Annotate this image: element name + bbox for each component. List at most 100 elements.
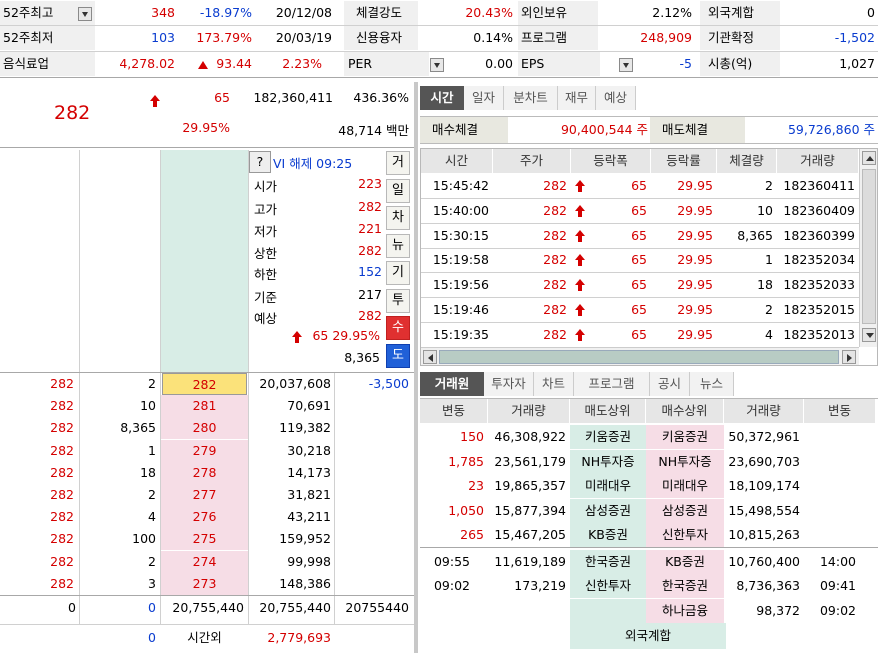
broker-cell xyxy=(804,523,872,547)
bid-price-a: 282 xyxy=(50,464,74,480)
column-header[interactable]: 거래량 xyxy=(488,399,570,423)
table-row[interactable]: 15:19:56 282 65 29.95 18 182352033 xyxy=(421,273,859,297)
horizontal-scrollbar[interactable] xyxy=(421,347,859,365)
info-value: 282 xyxy=(358,199,382,214)
scroll-left-button[interactable] xyxy=(423,350,437,364)
bid-price[interactable]: 276 xyxy=(161,506,248,529)
table-row[interactable]: 15:19:35 282 65 29.95 4 182352013 xyxy=(421,323,859,347)
side-button[interactable]: 차 xyxy=(386,206,410,230)
side-button[interactable]: 기 xyxy=(386,261,410,285)
table-row[interactable]: 265 15,467,205 KB증권 신한투자 10,815,263 xyxy=(420,523,878,547)
column-header[interactable]: 매수상위 xyxy=(646,399,724,423)
tick-cell: 65 xyxy=(571,323,647,347)
bid-price[interactable]: 278 xyxy=(161,461,248,484)
broker-cell: 23,690,703 xyxy=(728,453,800,469)
tab-4[interactable]: 예상 xyxy=(596,86,636,110)
column-header[interactable]: 매도상위 xyxy=(570,399,646,423)
table-row[interactable]: 23 19,865,357 미래대우 미래대우 18,109,174 xyxy=(420,474,878,498)
tab-1[interactable]: 투자자 xyxy=(484,372,534,396)
help-button[interactable]: ? xyxy=(249,151,271,173)
scroll-right-button[interactable] xyxy=(842,350,856,364)
broker-cell: NH투자증 xyxy=(570,449,646,474)
column-header[interactable]: 시간 xyxy=(421,149,493,173)
side-button[interactable]: 투 xyxy=(386,288,410,313)
scroll-down-button[interactable] xyxy=(862,328,876,342)
table-row[interactable]: 282 8,365 280 119,382 xyxy=(0,417,414,440)
broker-cell xyxy=(488,599,566,623)
table-row[interactable]: 15:30:15 282 65 29.95 8,365 182360399 xyxy=(421,224,859,248)
column-header[interactable]: 거래량 xyxy=(724,399,804,423)
institution-value: -1,502 xyxy=(834,30,875,45)
table-row[interactable]: 09:55 11,619,189 한국증권 KB증권 10,760,400 14:00 xyxy=(420,549,878,574)
broker-cell: 한국증권 xyxy=(570,549,646,574)
table-row[interactable]: 282 1 279 30,218 xyxy=(0,439,414,462)
tab-4[interactable]: 공시 xyxy=(650,372,690,396)
splitter[interactable] xyxy=(414,82,418,653)
bid-price[interactable]: 282 xyxy=(162,373,247,395)
bid-price[interactable]: 280 xyxy=(161,417,248,440)
column-header[interactable]: 체결량 xyxy=(717,149,777,173)
table-row[interactable]: 150 46,308,922 키움증권 키움증권 50,372,961 xyxy=(420,425,878,449)
side-button[interactable]: 수 xyxy=(386,316,410,340)
table-row[interactable]: 1,785 23,561,179 NH투자증 NH투자증 23,690,703 xyxy=(420,449,878,474)
tick-cell: 282 xyxy=(543,227,567,243)
vi-status: VI 해제 09:25 xyxy=(273,156,353,171)
bid-price[interactable]: 277 xyxy=(161,484,248,506)
tab-2[interactable]: 차트 xyxy=(534,372,574,396)
tab-1[interactable]: 일자 xyxy=(464,86,504,110)
tick-cell: 65 xyxy=(571,174,647,198)
bid-price[interactable]: 279 xyxy=(161,439,248,462)
side-button[interactable]: 일 xyxy=(386,178,410,203)
tick-cell: 29.95 xyxy=(677,302,713,317)
table-row[interactable]: 282 3 273 148,386 xyxy=(0,572,414,595)
table-row[interactable]: 282 2 274 99,998 xyxy=(0,550,414,573)
bid-price[interactable]: 273 xyxy=(161,572,248,595)
bid-price[interactable]: 274 xyxy=(161,550,248,573)
table-row[interactable]: 1,050 15,877,394 삼성증권 삼성증권 15,498,554 xyxy=(420,498,878,523)
side-button[interactable]: 거 xyxy=(386,151,410,175)
side-button[interactable]: 도 xyxy=(386,343,410,368)
table-row[interactable]: 282 4 276 43,211 xyxy=(0,506,414,529)
tick-cell: 4 xyxy=(765,326,773,342)
tick-cell: 29.95 xyxy=(677,178,713,193)
table-row[interactable]: 15:45:42 282 65 29.95 2 182360411 xyxy=(421,174,859,198)
hscroll-thumb[interactable] xyxy=(439,350,839,364)
tab-0[interactable]: 시간 xyxy=(420,86,464,110)
table-row[interactable]: 282 10 281 70,691 xyxy=(0,395,414,418)
broker-cell: 98,372 xyxy=(756,602,800,618)
scroll-thumb[interactable] xyxy=(862,169,876,324)
table-row[interactable]: 282 2 277 31,821 xyxy=(0,484,414,506)
table-row[interactable]: 15:19:58 282 65 29.95 1 182352034 xyxy=(421,248,859,272)
tab-2[interactable]: 분차트 xyxy=(504,86,558,110)
broker-cell: 09:55 xyxy=(433,553,471,569)
bid-qty: 8,365 xyxy=(120,420,156,436)
bid-price[interactable]: 275 xyxy=(161,528,248,551)
table-row[interactable]: 하나금융 98,372 09:02 xyxy=(420,598,878,623)
52w-high-date: 20/12/08 xyxy=(275,5,332,20)
side-button[interactable]: 뉴 xyxy=(386,233,410,258)
tab-3[interactable]: 재무 xyxy=(558,86,596,110)
column-header[interactable]: 변동 xyxy=(420,399,488,423)
broker-tabbar: 거래원 투자자 차트 프로그램 공시 뉴스 xyxy=(420,372,878,398)
dropdown-icon[interactable] xyxy=(78,6,92,21)
vertical-scrollbar[interactable] xyxy=(859,149,877,347)
scroll-up-button[interactable] xyxy=(862,151,876,165)
column-header[interactable]: 변동 xyxy=(804,399,876,423)
table-row[interactable]: 282 100 275 159,952 xyxy=(0,528,414,551)
table-row[interactable]: 282 18 278 14,173 xyxy=(0,461,414,484)
broker-cell: 10,760,400 xyxy=(728,553,800,569)
column-header[interactable]: 주가 xyxy=(493,149,571,173)
up-arrow-icon xyxy=(292,330,303,343)
tab-3[interactable]: 프로그램 xyxy=(574,372,650,396)
table-row[interactable]: 282 2 282 20,037,608 -3,500 xyxy=(0,373,414,395)
column-header[interactable]: 등락률 xyxy=(651,149,717,173)
tab-0[interactable]: 거래원 xyxy=(420,372,484,396)
bid-price[interactable]: 281 xyxy=(161,395,248,418)
table-row[interactable]: 15:40:00 282 65 29.95 10 182360409 xyxy=(421,199,859,223)
column-header[interactable]: 거래량 xyxy=(777,149,859,173)
table-row[interactable]: 09:02 173,219 신한투자 한국증권 8,736,363 09:41 xyxy=(420,574,878,598)
column-header[interactable]: 등락폭 xyxy=(571,149,651,173)
after-hours-b: 0 xyxy=(148,630,156,645)
tab-5[interactable]: 뉴스 xyxy=(690,372,734,396)
table-row[interactable]: 15:19:46 282 65 29.95 2 182352015 xyxy=(421,298,859,322)
